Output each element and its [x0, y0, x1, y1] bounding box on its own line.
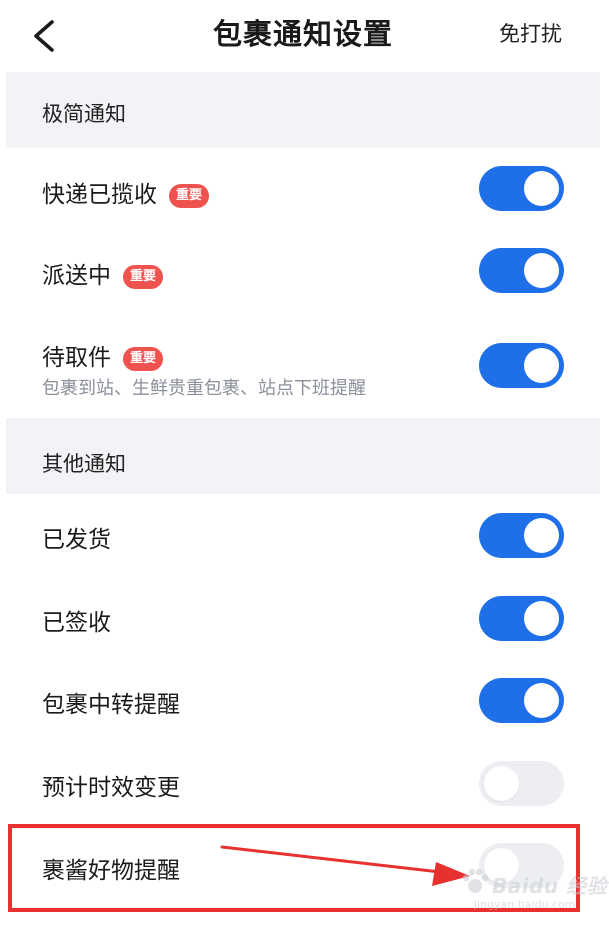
- annotation-arrow-icon: [220, 845, 470, 886]
- watermark-url: jingyan.baidu.com: [474, 898, 576, 911]
- paw-logo-icon: [462, 868, 489, 893]
- watermark: Baidu 经验 jingyan.baidu.com: [458, 858, 607, 916]
- watermark-brand: Baidu 经验: [492, 874, 608, 898]
